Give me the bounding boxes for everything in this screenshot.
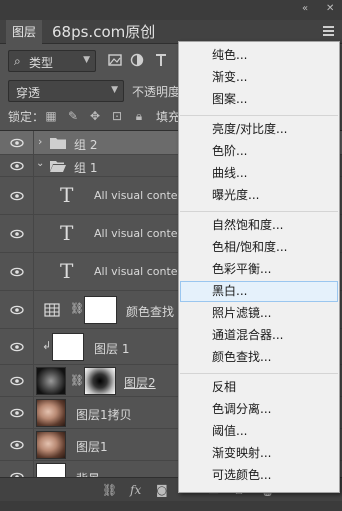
fx-icon[interactable]: fx bbox=[130, 483, 141, 497]
visibility-eye-icon[interactable] bbox=[10, 267, 24, 277]
layer-thumbnail[interactable] bbox=[52, 333, 84, 361]
text-layer-icon: T bbox=[60, 183, 74, 207]
menu-item-color-balance[interactable]: 色彩平衡... bbox=[180, 259, 338, 280]
visibility-eye-icon[interactable] bbox=[10, 161, 24, 171]
adjustment-layer-menu: 纯色... 渐变... 图案... 亮度/对比度... 色阶... 曲线... … bbox=[178, 41, 340, 493]
double-chevron-icon[interactable]: « bbox=[302, 3, 308, 14]
menu-item-selective-color[interactable]: 可选颜色... bbox=[180, 465, 338, 486]
menu-item-gradient[interactable]: 渐变... bbox=[180, 67, 338, 88]
chevron-down-icon[interactable]: ⌄ bbox=[36, 158, 44, 169]
kind-filter-select[interactable]: ⌕ 类型 ▼ bbox=[8, 50, 96, 72]
menu-item-curves[interactable]: 曲线... bbox=[180, 163, 338, 184]
menu-item-threshold[interactable]: 阈值... bbox=[180, 421, 338, 442]
menu-item-solid-color[interactable]: 纯色... bbox=[180, 45, 338, 66]
visibility-eye-icon[interactable] bbox=[10, 191, 24, 201]
menu-item-posterize[interactable]: 色调分离... bbox=[180, 399, 338, 420]
blend-mode-select[interactable]: 穿透 ▼ bbox=[8, 80, 124, 102]
visibility-eye-icon[interactable] bbox=[10, 138, 24, 148]
menu-item-channel-mixer[interactable]: 通道混合器... bbox=[180, 325, 338, 346]
layer-thumbnail[interactable] bbox=[36, 367, 66, 395]
fill-label: 填充 bbox=[156, 110, 181, 124]
clipping-arrow-icon: ↲ bbox=[42, 339, 52, 352]
menu-item-vibrance[interactable]: 自然饱和度... bbox=[180, 215, 338, 236]
opacity-label: 不透明度 bbox=[132, 85, 181, 99]
divider bbox=[33, 253, 34, 290]
layer-mask-thumbnail[interactable] bbox=[84, 296, 117, 324]
divider bbox=[33, 177, 34, 214]
layer-name: 组 1 bbox=[74, 161, 98, 175]
layer-name: 颜色查找 bbox=[126, 305, 175, 319]
layer-name: 组 2 bbox=[74, 138, 98, 152]
portrait-thumbnail[interactable] bbox=[36, 431, 66, 459]
menu-item-invert[interactable]: 反相 bbox=[180, 377, 338, 398]
panel-title-strip: « ✕ bbox=[0, 0, 342, 20]
divider bbox=[33, 365, 34, 396]
folder-open-icon bbox=[50, 161, 66, 172]
divider bbox=[33, 291, 34, 328]
layer-name: 图层1 bbox=[76, 440, 108, 454]
layer-name: All visual content bbox=[94, 265, 189, 278]
lock-artboard-icon[interactable]: ⊡ bbox=[110, 109, 124, 123]
close-icon[interactable]: ✕ bbox=[326, 3, 334, 14]
menu-separator bbox=[180, 373, 338, 374]
visibility-eye-icon[interactable] bbox=[10, 229, 24, 239]
layer-name: 图层 1 bbox=[94, 342, 130, 356]
kind-filter-label: 类型 bbox=[29, 56, 54, 70]
lock-position-icon[interactable]: ✥ bbox=[88, 109, 102, 123]
lock-transparency-icon[interactable]: ▦ bbox=[44, 109, 58, 123]
visibility-eye-icon[interactable] bbox=[10, 376, 24, 386]
portrait-thumbnail[interactable] bbox=[36, 399, 66, 427]
layer-mask-thumbnail[interactable] bbox=[84, 367, 116, 395]
divider bbox=[33, 397, 34, 428]
visibility-eye-icon[interactable] bbox=[10, 440, 24, 450]
chevron-right-icon[interactable]: › bbox=[38, 135, 42, 148]
menu-item-photo-filter[interactable]: 照片滤镜... bbox=[180, 303, 338, 324]
menu-item-color-lookup[interactable]: 颜色查找... bbox=[180, 347, 338, 368]
mask-link-icon[interactable]: ⛓︎ bbox=[70, 302, 84, 316]
visibility-eye-icon[interactable] bbox=[10, 342, 24, 352]
color-lookup-grid-icon bbox=[44, 303, 60, 317]
menu-item-black-white[interactable]: 黑白... bbox=[180, 281, 338, 302]
layer-name: 图层2 bbox=[124, 376, 156, 390]
menu-item-gradient-map[interactable]: 渐变映射... bbox=[180, 443, 338, 464]
lock-label: 锁定： bbox=[8, 110, 45, 124]
layer-name: 图层1拷贝 bbox=[76, 408, 132, 422]
menu-item-pattern[interactable]: 图案... bbox=[180, 89, 338, 110]
lock-all-icon[interactable]: 🔒︎ bbox=[132, 109, 146, 123]
panel-bottom-strip bbox=[0, 501, 342, 511]
lock-pixels-icon[interactable]: ✎ bbox=[66, 109, 80, 123]
blend-mode-value: 穿透 bbox=[16, 86, 41, 100]
divider bbox=[33, 215, 34, 252]
text-layer-icon: T bbox=[60, 221, 74, 245]
divider bbox=[33, 329, 34, 364]
tab-layers[interactable]: 图层 bbox=[6, 20, 43, 44]
menu-item-exposure[interactable]: 曝光度... bbox=[180, 185, 338, 206]
chevron-down-icon: ▼ bbox=[111, 85, 118, 95]
divider bbox=[33, 155, 34, 176]
add-mask-icon[interactable]: ◙ bbox=[156, 483, 168, 497]
adjustment-filter-icon[interactable] bbox=[130, 52, 144, 68]
visibility-eye-icon[interactable] bbox=[10, 305, 24, 315]
search-icon: ⌕ bbox=[14, 54, 21, 68]
folder-icon bbox=[50, 138, 66, 149]
mask-link-icon[interactable]: ⛓︎ bbox=[70, 374, 84, 388]
divider bbox=[33, 429, 34, 460]
layer-name: All visual content bbox=[94, 227, 189, 240]
menu-item-levels[interactable]: 色阶... bbox=[180, 141, 338, 162]
menu-separator bbox=[180, 211, 338, 212]
menu-item-brightness-contrast[interactable]: 亮度/对比度... bbox=[180, 119, 338, 140]
visibility-eye-icon[interactable] bbox=[10, 408, 24, 418]
type-filter-icon[interactable] bbox=[154, 52, 168, 68]
watermark: 68ps.com原创 bbox=[52, 23, 156, 41]
panel-menu-icon[interactable] bbox=[323, 26, 334, 38]
divider bbox=[33, 131, 34, 154]
chevron-down-icon: ▼ bbox=[83, 55, 90, 65]
layer-name: All visual content bbox=[94, 189, 189, 202]
text-layer-icon: T bbox=[60, 259, 74, 283]
menu-separator bbox=[180, 115, 338, 116]
menu-item-hue-saturation[interactable]: 色相/饱和度... bbox=[180, 237, 338, 258]
image-filter-icon[interactable] bbox=[108, 52, 122, 68]
link-layers-icon[interactable]: ⛓︎ bbox=[102, 483, 117, 497]
